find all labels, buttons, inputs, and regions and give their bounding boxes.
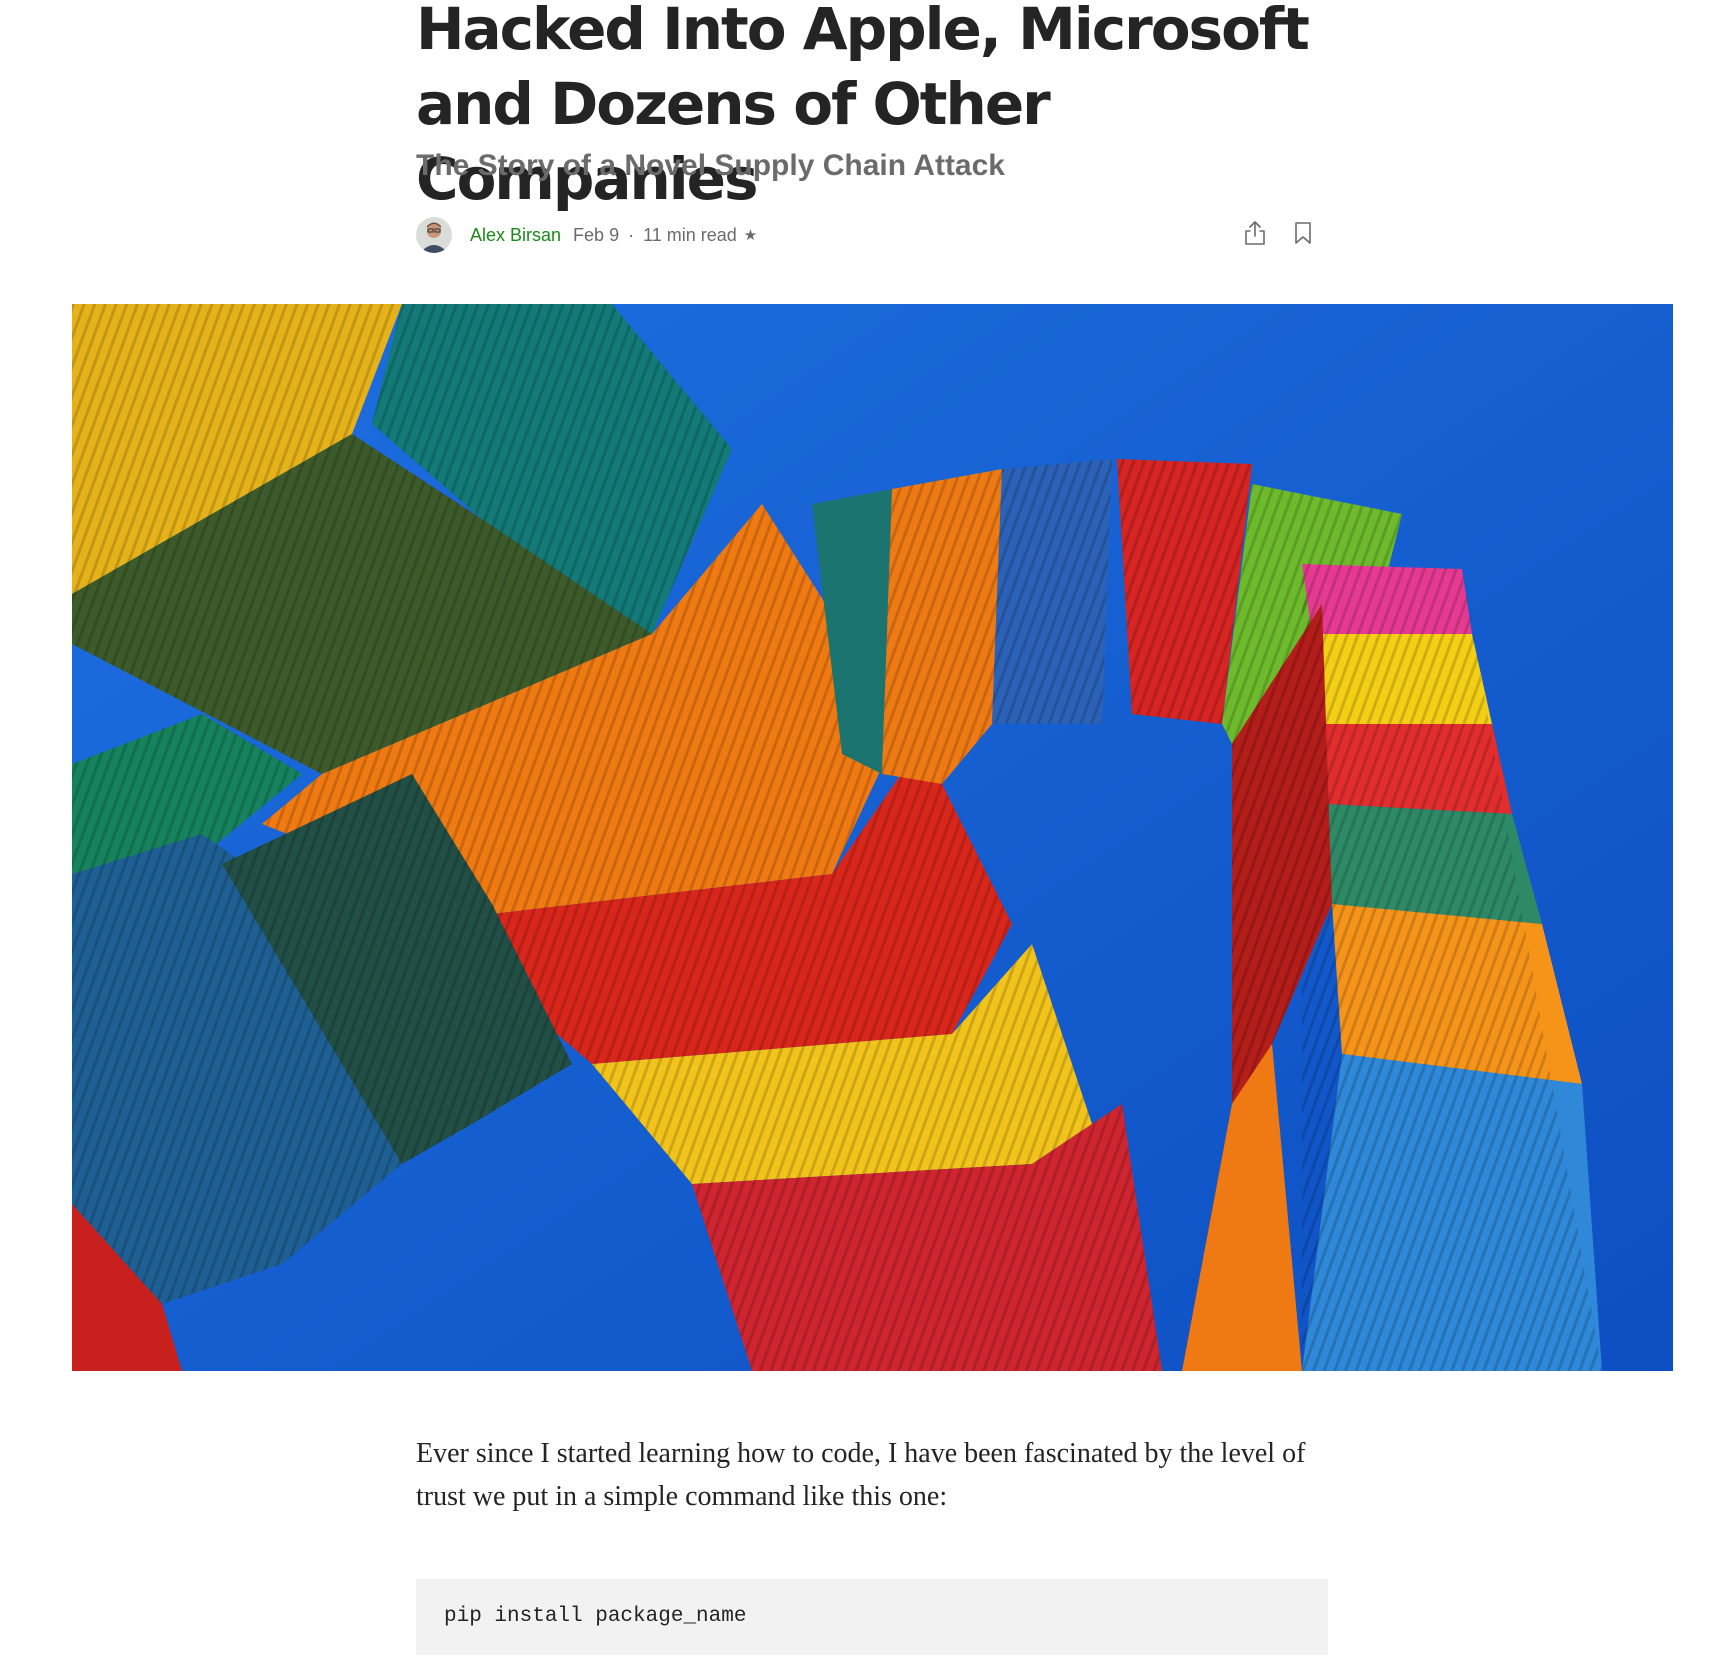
bookmark-icon[interactable] xyxy=(1290,218,1316,248)
meta-separator: · xyxy=(628,224,635,245)
article-title-line-1: Hacked Into Apple, Microsoft xyxy=(416,0,1310,63)
article-title-line-2: and Dozens of Other Companies xyxy=(416,70,1051,213)
star-icon: ★ xyxy=(743,227,758,244)
author-name-link[interactable]: Alex Birsan xyxy=(470,225,561,246)
article-actions xyxy=(1242,218,1316,248)
share-icon[interactable] xyxy=(1242,218,1268,248)
code-block: pip install package_name xyxy=(416,1579,1328,1655)
article-subtitle: The Story of a Novel Supply Chain Attack xyxy=(416,149,1005,182)
article-paragraph: Ever since I started learning how to cod… xyxy=(416,1438,1306,1512)
publish-date: Feb 9 xyxy=(573,224,620,245)
article-byline: Alex Birsan Feb 9 · 11 min read ★ xyxy=(416,216,1316,254)
code-block-text[interactable]: pip install package_name xyxy=(416,1579,1328,1655)
read-time: 11 min read xyxy=(643,224,737,245)
author-avatar[interactable] xyxy=(416,217,452,253)
hero-image-shipping-containers xyxy=(72,304,1673,1371)
